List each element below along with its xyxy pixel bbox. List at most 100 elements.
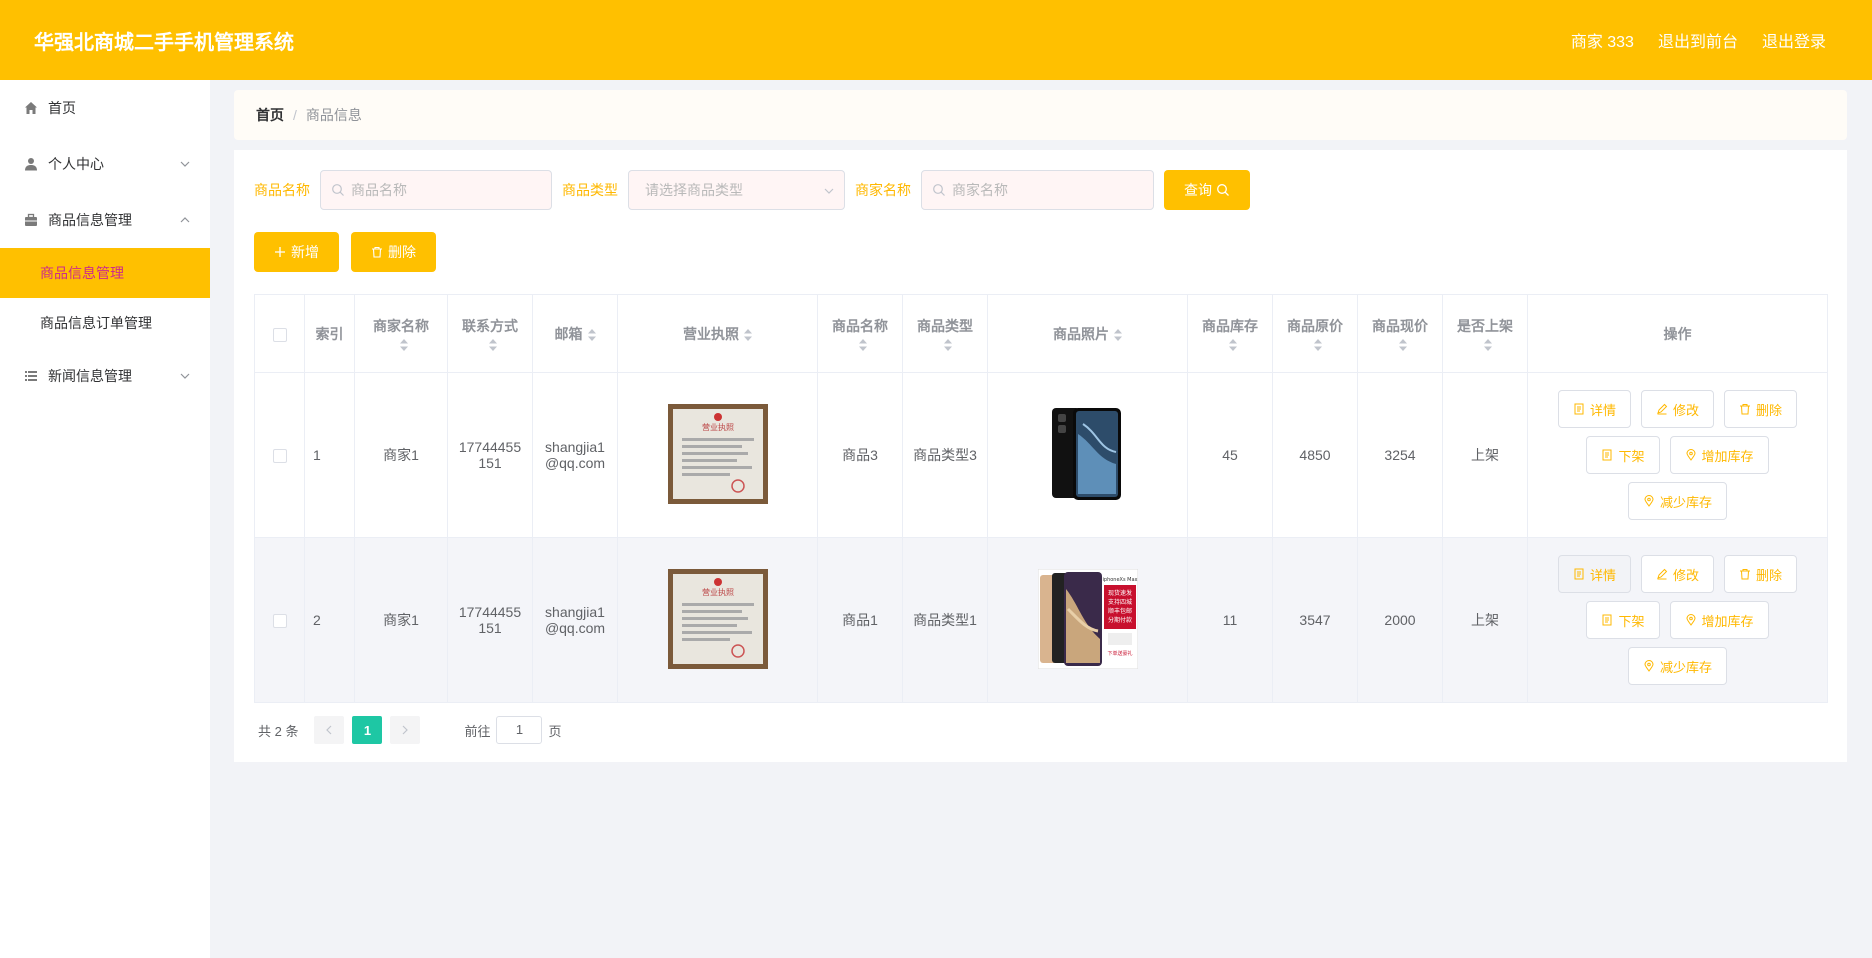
col-merchant-label: 商家名称 bbox=[373, 317, 429, 334]
col-license[interactable]: 营业执照 bbox=[617, 294, 818, 373]
exit-to-front-link[interactable]: 退出到前台 bbox=[1658, 28, 1738, 52]
sidebar-subitem-goods-info[interactable]: 商品信息管理 bbox=[0, 248, 210, 298]
cell-index: 2 bbox=[304, 537, 355, 703]
sidebar-item-news-mgmt[interactable]: 新闻信息管理 bbox=[0, 348, 210, 404]
sort-icon[interactable] bbox=[744, 328, 752, 341]
sidebar-subitem-goods-orders[interactable]: 商品信息订单管理 bbox=[0, 298, 210, 348]
edit-icon bbox=[1657, 403, 1668, 415]
sidebar-item-personal[interactable]: 个人中心 bbox=[0, 136, 210, 192]
col-phone-label: 联系方式 bbox=[462, 317, 518, 334]
sidebar-item-home[interactable]: 首页 bbox=[0, 80, 210, 136]
svg-text:分期付款: 分期付款 bbox=[1107, 616, 1131, 624]
sidebar-item-label: 个人中心 bbox=[48, 156, 104, 172]
cell-goods-type: 商品类型1 bbox=[902, 537, 988, 703]
select-all-checkbox[interactable] bbox=[272, 327, 287, 342]
svg-text:营业执照: 营业执照 bbox=[702, 587, 734, 597]
delete-button[interactable]: 删除 bbox=[1724, 555, 1798, 593]
detail-button[interactable]: 详情 bbox=[1557, 555, 1631, 593]
cell-on-shelf: 上架 bbox=[1442, 537, 1528, 703]
sort-icon[interactable] bbox=[399, 338, 408, 351]
edit-button[interactable]: 修改 bbox=[1640, 390, 1714, 428]
cell-orig-price: 4850 bbox=[1272, 372, 1358, 538]
col-email[interactable]: 邮箱 bbox=[532, 294, 618, 373]
phone-product-image[interactable]: iphoneXs Max 现货速发 支持四城 顺丰包邮 分期付款 下单送豪礼 bbox=[1037, 568, 1138, 669]
delete-button-label: 删除 bbox=[1756, 402, 1783, 418]
svg-text:现货速发: 现货速发 bbox=[1107, 589, 1131, 597]
sort-icon[interactable] bbox=[943, 338, 952, 351]
row-checkbox[interactable] bbox=[272, 614, 287, 629]
col-stock[interactable]: 商品库存 bbox=[1187, 294, 1273, 373]
sidebar-subitem-label: 商品信息管理 bbox=[40, 265, 124, 281]
col-cur-price[interactable]: 商品现价 bbox=[1357, 294, 1443, 373]
next-page-button[interactable] bbox=[390, 716, 421, 744]
page-number-active[interactable]: 1 bbox=[352, 716, 383, 744]
sort-icon[interactable] bbox=[587, 328, 596, 341]
search-icon bbox=[1217, 184, 1229, 196]
cell-orig-price: 3547 bbox=[1272, 537, 1358, 703]
reduce-stock-button[interactable]: 减少库存 bbox=[1627, 482, 1727, 520]
sort-icon[interactable] bbox=[1313, 338, 1322, 351]
goods-type-select[interactable]: 请选择商品类型 bbox=[628, 170, 845, 210]
goods-name-input[interactable]: 商品名称 bbox=[320, 170, 552, 210]
goods-type-label: 商品类型 bbox=[562, 182, 618, 198]
breadcrumb-home[interactable]: 首页 bbox=[256, 105, 284, 125]
chevron-right-icon bbox=[403, 725, 409, 735]
col-orig-price-label: 商品原价 bbox=[1287, 317, 1343, 334]
sort-icon[interactable] bbox=[858, 338, 867, 351]
sidebar-item-goods-mgmt[interactable]: 商品信息管理 bbox=[0, 192, 210, 248]
detail-button[interactable]: 详情 bbox=[1557, 390, 1631, 428]
business-license-image[interactable]: 营业执照 bbox=[667, 568, 768, 669]
col-stock-label: 商品库存 bbox=[1202, 317, 1258, 334]
user-name-link[interactable]: 商家 333 bbox=[1571, 28, 1634, 52]
sidebar-item-label: 商品信息管理 bbox=[48, 212, 132, 228]
delete-button-label: 删除 bbox=[1756, 567, 1783, 583]
cell-cur-price: 3254 bbox=[1357, 372, 1443, 538]
chevron-down-icon bbox=[180, 373, 190, 379]
prev-page-button[interactable] bbox=[314, 716, 345, 744]
col-photo[interactable]: 商品照片 bbox=[987, 294, 1188, 373]
sort-icon[interactable] bbox=[1398, 338, 1407, 351]
svg-text:下单送豪礼: 下单送豪礼 bbox=[1107, 650, 1132, 657]
col-merchant[interactable]: 商家名称 bbox=[354, 294, 448, 373]
cell-merchant: 商家1 bbox=[354, 372, 448, 538]
col-phone[interactable]: 联系方式 bbox=[447, 294, 533, 373]
edit-button[interactable]: 修改 bbox=[1640, 555, 1714, 593]
add-button[interactable]: 新增 bbox=[254, 232, 339, 272]
query-button-label: 查询 bbox=[1184, 182, 1212, 198]
delete-button[interactable]: 删除 bbox=[1724, 390, 1798, 428]
sort-icon[interactable] bbox=[488, 338, 497, 351]
merchant-name-input[interactable]: 商家名称 bbox=[921, 170, 1154, 210]
col-on-shelf[interactable]: 是否上架 bbox=[1442, 294, 1528, 373]
sort-icon[interactable] bbox=[1228, 338, 1237, 351]
cell-photo bbox=[987, 372, 1188, 538]
top-links: 商家 333 退出到前台 退出登录 bbox=[1571, 28, 1826, 52]
add-stock-button[interactable]: 增加库存 bbox=[1669, 436, 1769, 474]
merchant-name-placeholder: 商家名称 bbox=[952, 182, 1008, 198]
reduce-stock-button[interactable]: 减少库存 bbox=[1627, 647, 1727, 685]
cell-ops: 详情 修改 删除 下架 增加库存 减少库存 bbox=[1527, 372, 1828, 538]
offshelf-button[interactable]: 下架 bbox=[1586, 601, 1660, 639]
sort-icon[interactable] bbox=[1114, 328, 1122, 341]
sidebar-item-label: 新闻信息管理 bbox=[48, 368, 132, 384]
col-photo-label: 商品照片 bbox=[1053, 325, 1109, 342]
sort-icon[interactable] bbox=[1483, 338, 1492, 351]
col-ops: 操作 bbox=[1527, 294, 1828, 373]
business-license-image[interactable]: 营业执照 bbox=[667, 403, 768, 504]
col-goods-name[interactable]: 商品名称 bbox=[817, 294, 903, 373]
offshelf-button[interactable]: 下架 bbox=[1586, 436, 1660, 474]
bulk-delete-button[interactable]: 删除 bbox=[351, 232, 436, 272]
logout-link[interactable]: 退出登录 bbox=[1762, 28, 1826, 52]
bulk-delete-button-label: 删除 bbox=[388, 244, 416, 260]
add-stock-button-label: 增加库存 bbox=[1701, 613, 1754, 629]
cell-email: shangjia1@qq.com bbox=[532, 372, 618, 538]
col-license-label: 营业执照 bbox=[683, 325, 739, 342]
document-icon bbox=[1602, 614, 1612, 626]
add-stock-button[interactable]: 增加库存 bbox=[1669, 601, 1769, 639]
col-goods-type[interactable]: 商品类型 bbox=[902, 294, 988, 373]
search-icon bbox=[933, 184, 945, 196]
goto-page-input[interactable]: 1 bbox=[496, 716, 543, 744]
query-button[interactable]: 查询 bbox=[1164, 170, 1250, 210]
phone-product-image[interactable] bbox=[1037, 403, 1138, 504]
col-orig-price[interactable]: 商品原价 bbox=[1272, 294, 1358, 373]
row-checkbox[interactable] bbox=[272, 449, 287, 464]
